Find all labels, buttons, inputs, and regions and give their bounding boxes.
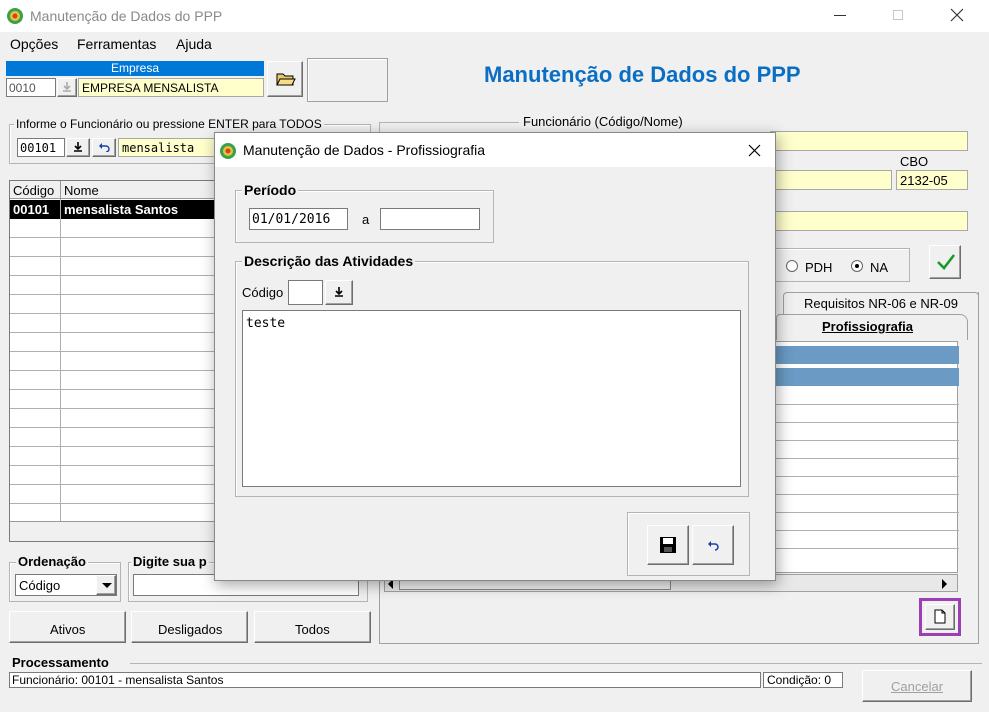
page-title: Manutenção de Dados do PPP	[484, 62, 801, 87]
list-grid-lines	[10, 219, 216, 539]
search-name-field: mensalista	[118, 138, 218, 157]
confirm-button[interactable]	[929, 245, 961, 279]
close-icon[interactable]	[950, 8, 964, 22]
title-bar: Manutenção de Dados do PPP	[0, 0, 989, 32]
empresa-code-field[interactable]: 0010	[6, 78, 56, 97]
empresa-header: Empresa	[6, 61, 264, 76]
processamento-status: Funcionário: 00101 - mensalista Santos	[9, 672, 761, 688]
window-title: Manutenção de Dados do PPP	[30, 8, 223, 24]
tab-requisitos[interactable]: Requisitos NR-06 e NR-09	[783, 292, 979, 314]
cancelar-button[interactable]: Cancelar	[862, 670, 972, 702]
date-separator: a	[362, 212, 370, 227]
open-folder-button[interactable]	[267, 61, 303, 97]
dialog-title-bar: Manutenção de Dados - Profissiografia	[215, 133, 775, 167]
minimize-icon[interactable]	[834, 15, 846, 16]
menu-ferramentas[interactable]: Ferramentas	[77, 36, 156, 52]
undo-button[interactable]	[692, 525, 734, 565]
folder-open-icon	[276, 71, 296, 87]
pdh-radio-label: PDH	[805, 260, 833, 275]
download-icon	[73, 141, 83, 153]
date-to-field[interactable]	[380, 208, 480, 230]
chevron-down-icon[interactable]	[96, 575, 116, 595]
employee-list: Código Nome 00101 mensalista Santos	[9, 180, 217, 542]
save-button[interactable]	[647, 525, 689, 565]
list-item-name: mensalista Santos	[64, 202, 179, 217]
download-icon	[62, 81, 72, 93]
busca-label: Digite sua p	[131, 554, 209, 569]
date-from-field[interactable]: 01/01/2016	[249, 208, 348, 230]
download-icon	[334, 286, 344, 298]
na-radio[interactable]	[851, 260, 863, 272]
search-group-label: Informe o Funcionário ou pressione ENTER…	[14, 117, 324, 131]
cbo-label: CBO	[900, 154, 929, 169]
todos-button[interactable]: Todos	[254, 611, 371, 643]
undo-icon	[98, 142, 110, 152]
close-icon[interactable]	[748, 144, 761, 157]
search-lookup-button[interactable]	[66, 138, 90, 157]
na-radio-label: NA	[870, 260, 889, 275]
list-item[interactable]: 00101 mensalista Santos	[10, 200, 216, 219]
processamento-label: Processamento	[12, 655, 109, 670]
codigo-label: Código	[242, 285, 284, 300]
search-undo-button[interactable]	[92, 138, 116, 157]
cancelar-label: Cancelar	[891, 679, 944, 694]
desligados-label: Desligados	[158, 622, 223, 637]
ativos-label: Ativos	[50, 622, 86, 637]
app-icon	[219, 142, 237, 160]
list-col-name[interactable]: Nome	[64, 183, 99, 198]
empresa-extra-panel	[307, 58, 388, 102]
search-code-field[interactable]: 00101	[17, 138, 65, 157]
list-item-code: 00101	[13, 202, 50, 217]
scroll-right-icon[interactable]	[942, 579, 947, 589]
funcionario-field	[770, 131, 968, 151]
list-header-row: Código Nome	[10, 181, 216, 199]
ativos-button[interactable]: Ativos	[9, 611, 126, 643]
tab-profissiografia-label: Profissiografia	[822, 319, 914, 334]
dialog-title: Manutenção de Dados - Profissiografia	[243, 142, 486, 158]
todos-label: Todos	[295, 622, 330, 637]
profissiografia-dialog: Manutenção de Dados - Profissiografia Pe…	[214, 132, 776, 581]
periodo-label: Período	[242, 182, 299, 198]
app-icon	[6, 7, 24, 25]
pdh-radio[interactable]	[786, 260, 798, 272]
cbo-field: 2132-05	[896, 170, 968, 190]
descricao-label: Descrição das Atividades	[242, 253, 416, 269]
ordenacao-select[interactable]: Código	[15, 574, 117, 596]
checkmark-icon	[936, 253, 956, 271]
maximize-icon[interactable]	[893, 10, 903, 20]
codigo-lookup-button[interactable]	[325, 280, 353, 305]
ordenacao-value: Código	[19, 578, 61, 593]
funcao-field	[770, 170, 892, 190]
setor-field	[770, 211, 968, 231]
funcionario-label: Funcionário (Código/Nome)	[523, 114, 683, 129]
codigo-field[interactable]	[288, 280, 323, 305]
empresa-lookup-button[interactable]	[57, 78, 77, 97]
desligados-button[interactable]: Desligados	[131, 611, 248, 643]
floppy-disk-icon	[659, 536, 677, 554]
condicao-status: Condição: 0	[763, 672, 843, 688]
undo-icon	[707, 540, 720, 551]
empresa-name-field: EMPRESA MENSALISTA	[78, 78, 264, 97]
new-document-button[interactable]	[919, 598, 961, 636]
new-file-icon	[934, 609, 946, 624]
processamento-line	[130, 663, 982, 664]
menu-opcoes[interactable]: Opções	[10, 36, 58, 52]
atividades-textarea[interactable]: teste	[242, 310, 741, 487]
tab-profissiografia[interactable]: Profissiografia	[776, 314, 968, 340]
menu-ajuda[interactable]: Ajuda	[176, 36, 212, 52]
menu-bar: Opções Ferramentas Ajuda	[0, 32, 989, 56]
ordenacao-label: Ordenação	[16, 554, 88, 569]
list-col-code[interactable]: Código	[13, 183, 54, 198]
